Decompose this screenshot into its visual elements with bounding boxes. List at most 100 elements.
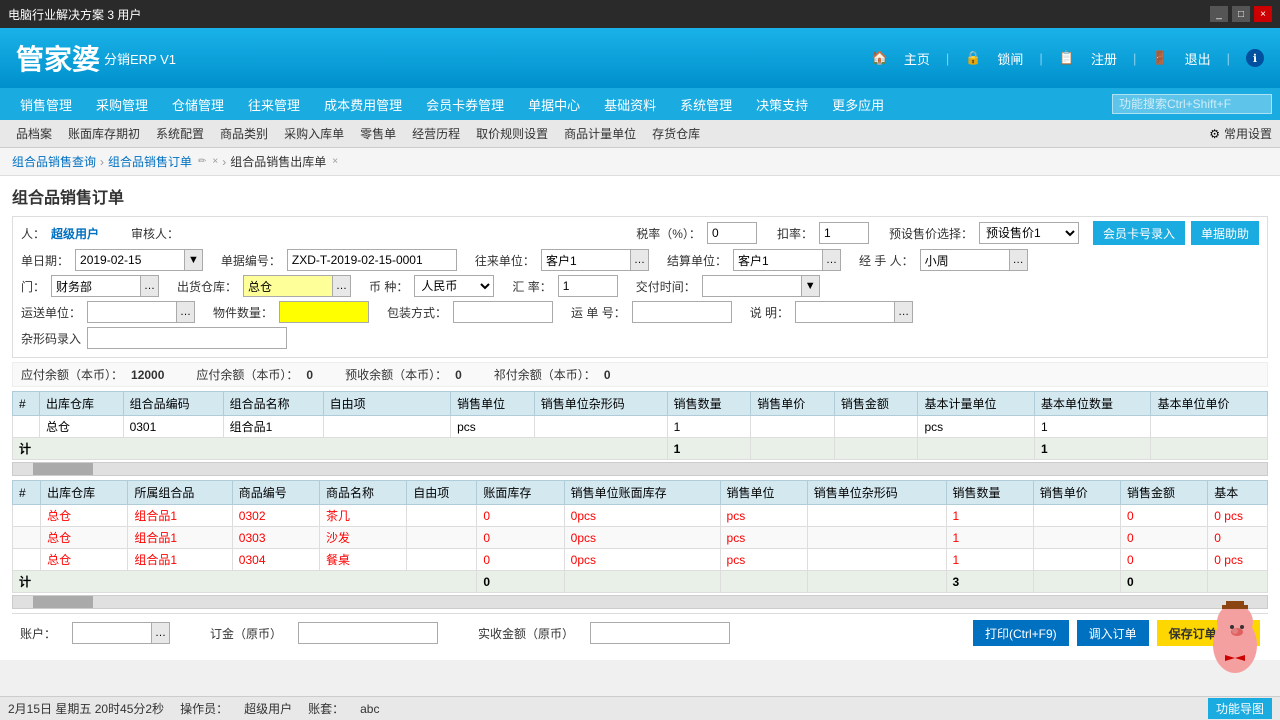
nav-search-input[interactable] [1112, 94, 1272, 114]
date-btn[interactable]: ▼ [185, 249, 203, 271]
handler-btn[interactable]: … [1010, 249, 1028, 271]
help-btn[interactable]: 单据助助 [1191, 221, 1259, 245]
sub-scrollbar-thumb[interactable] [33, 596, 93, 608]
nav-transactions[interactable]: 往来管理 [236, 88, 312, 120]
breadcrumb-label-1[interactable]: 组合品销售查询 [12, 153, 96, 170]
sub-nav-warehouse[interactable]: 存货仓库 [644, 120, 708, 148]
print-btn[interactable]: 打印(Ctrl+F9) [973, 620, 1069, 646]
sub-th-unit: 销售单位 [720, 481, 807, 505]
packing-input[interactable] [453, 301, 553, 323]
to-unit-btn[interactable]: … [631, 249, 649, 271]
dept-btn[interactable]: … [141, 275, 159, 297]
sub-th-code: 商品编号 [232, 481, 319, 505]
home-icon[interactable]: 🏠 [872, 50, 888, 66]
register-label[interactable]: 注册 [1091, 49, 1117, 68]
sub-nav-product[interactable]: 品档案 [8, 120, 60, 148]
maximize-btn[interactable]: □ [1232, 6, 1250, 22]
scrollbar-thumb[interactable] [33, 463, 93, 475]
handler-input[interactable] [920, 249, 1010, 271]
settle-unit-btn[interactable]: … [823, 249, 841, 271]
close-btn[interactable]: × [1254, 6, 1272, 22]
main-table-scrollbar[interactable] [12, 462, 1268, 476]
nav-more[interactable]: 更多应用 [820, 88, 896, 120]
account-input[interactable] [72, 622, 152, 644]
minimize-btn[interactable]: _ [1210, 6, 1228, 22]
home-label[interactable]: 主页 [904, 49, 930, 68]
nav-purchase[interactable]: 采购管理 [84, 88, 160, 120]
settings-label[interactable]: 常用设置 [1224, 125, 1272, 142]
breadcrumb-item-1[interactable]: 组合品销售查询 [12, 153, 96, 170]
sub-table-scrollbar[interactable] [12, 595, 1268, 609]
sub-nav-config[interactable]: 系统配置 [148, 120, 212, 148]
item-count-input[interactable] [279, 301, 369, 323]
sub-nav-stock-init[interactable]: 账面库存期初 [60, 120, 148, 148]
delivery-input[interactable] [702, 275, 802, 297]
member-card-btn[interactable]: 会员卡号录入 [1093, 221, 1185, 245]
register-icon[interactable]: 📋 [1059, 50, 1075, 66]
nav-cost[interactable]: 成本费用管理 [312, 88, 414, 120]
price-select[interactable]: 预设售价1 [979, 222, 1079, 244]
import-btn[interactable]: 调入订单 [1077, 620, 1149, 646]
breadcrumb-close-2[interactable]: ✏ [198, 156, 206, 167]
th-combo-code: 组合品编码 [123, 392, 223, 416]
order-num-input[interactable] [287, 249, 457, 271]
sub-nav-history[interactable]: 经营历程 [404, 120, 468, 148]
cell-combo-name: 组合品1 [223, 416, 323, 438]
actual-amount-input[interactable] [590, 622, 730, 644]
sub-nav-price-rules[interactable]: 取价规则设置 [468, 120, 556, 148]
breadcrumb-close-current[interactable]: × [332, 156, 338, 167]
lock-icon[interactable]: 🔒 [965, 50, 981, 66]
mascot [1200, 600, 1270, 690]
cell-free[interactable] [323, 416, 450, 438]
logout-icon[interactable]: 🚪 [1152, 50, 1168, 66]
sub-nav-unit[interactable]: 商品计量单位 [556, 120, 644, 148]
sub-nav-retail[interactable]: 零售单 [352, 120, 404, 148]
warehouse-btn[interactable]: … [333, 275, 351, 297]
tax-rate-input[interactable] [707, 222, 757, 244]
warehouse-input[interactable] [243, 275, 333, 297]
exchange-input[interactable] [558, 275, 618, 297]
shipping-input[interactable] [87, 301, 177, 323]
lock-label[interactable]: 锁闸 [997, 49, 1023, 68]
main-table-total-row: 计 1 1 [13, 438, 1268, 460]
nav-basic[interactable]: 基础资料 [592, 88, 668, 120]
tracking-input[interactable] [632, 301, 732, 323]
sub-nav-category[interactable]: 商品类别 [212, 120, 276, 148]
dept-input[interactable] [51, 275, 141, 297]
th-free: 自由项 [323, 392, 450, 416]
order-deposit-input[interactable] [298, 622, 438, 644]
delivery-btn[interactable]: ▼ [802, 275, 820, 297]
shipping-btn[interactable]: … [177, 301, 195, 323]
remark-input[interactable] [795, 301, 895, 323]
info-icon[interactable]: ℹ [1246, 49, 1264, 67]
logout-label[interactable]: 退出 [1185, 49, 1211, 68]
sub-th-base: 基本 [1208, 481, 1268, 505]
nav-bills[interactable]: 单据中心 [516, 88, 592, 120]
delivery-field: ▼ [702, 275, 820, 297]
nav-warehouse[interactable]: 仓储管理 [160, 88, 236, 120]
nav-sales[interactable]: 销售管理 [8, 88, 84, 120]
status-bar: 2月15日 星期五 20时45分2秒 操作员： 超级用户 账套： abc 功能导… [0, 696, 1280, 720]
to-unit-input[interactable] [541, 249, 631, 271]
cell-num [13, 416, 40, 438]
function-map-btn[interactable]: 功能导图 [1208, 698, 1272, 719]
sub-nav-purchase-in[interactable]: 采购入库单 [276, 120, 352, 148]
remark-btn[interactable]: … [895, 301, 913, 323]
breadcrumb-item-2[interactable]: 组合品销售订单 ✏ × [108, 153, 218, 170]
nav-decision[interactable]: 决策支持 [744, 88, 820, 120]
date-input[interactable] [75, 249, 185, 271]
total-base-unit [918, 438, 1034, 460]
sub-th-unit-code: 销售单位杂形码 [807, 481, 946, 505]
account-btn[interactable]: … [152, 622, 170, 644]
nav-member[interactable]: 会员卡券管理 [414, 88, 516, 120]
breadcrumb-label-2[interactable]: 组合品销售订单 [108, 153, 192, 170]
sub-cell-combo-1: 组合品1 [128, 505, 232, 527]
barcode-input[interactable] [87, 327, 287, 349]
settle-unit-input[interactable] [733, 249, 823, 271]
barcode-label: 杂形码录入 [21, 330, 81, 347]
currency-select[interactable]: 人民币 [414, 275, 494, 297]
nav-system[interactable]: 系统管理 [668, 88, 744, 120]
discount-input[interactable] [819, 222, 869, 244]
logo-text: 管家婆 [16, 38, 100, 78]
breadcrumb-close-x2[interactable]: × [212, 156, 218, 167]
